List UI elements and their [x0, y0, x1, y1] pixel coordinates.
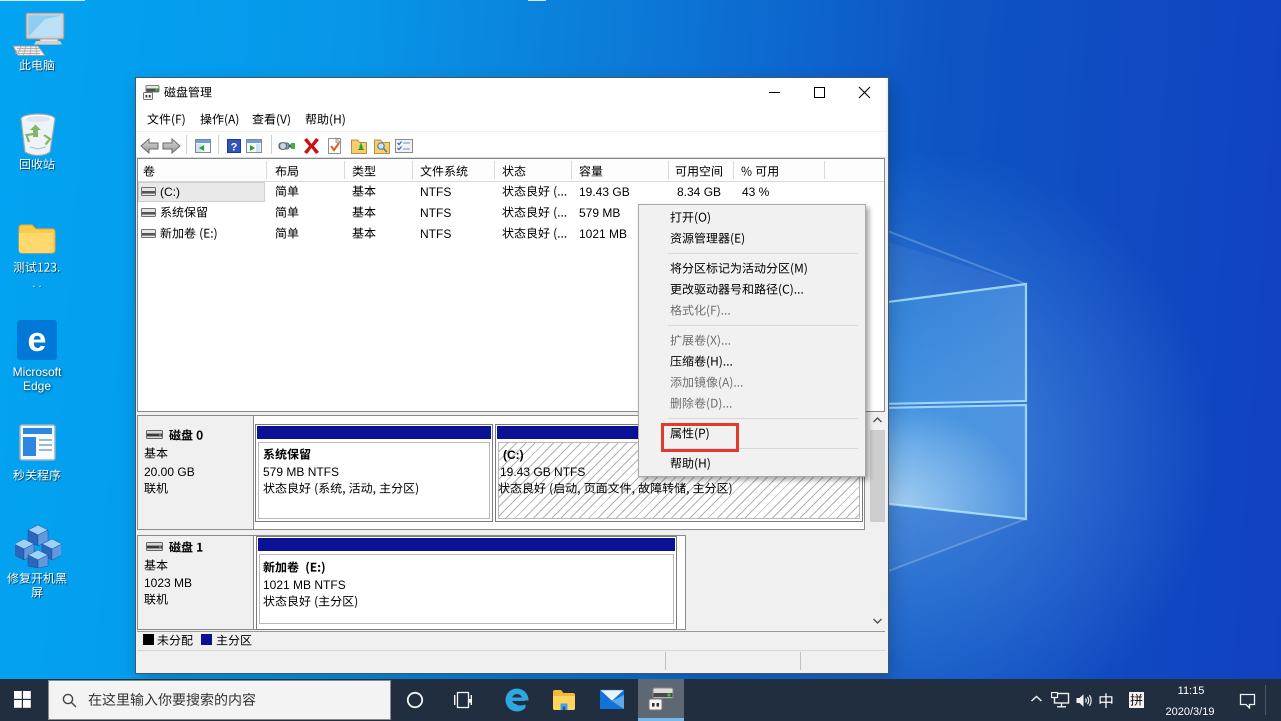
svg-text:e: e — [28, 321, 47, 359]
svg-text:?: ? — [231, 142, 238, 154]
